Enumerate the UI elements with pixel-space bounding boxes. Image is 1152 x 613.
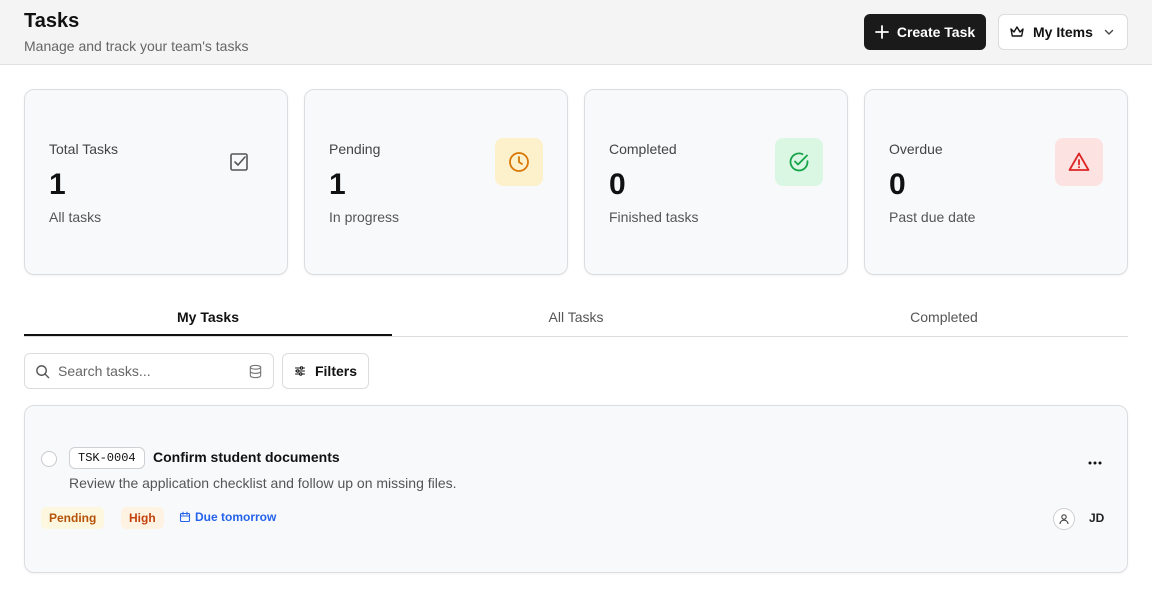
filters-button[interactable]: Filters <box>282 353 369 389</box>
stat-value: 1 <box>329 168 346 201</box>
stat-label: Pending <box>329 141 381 157</box>
calendar-icon <box>179 511 191 523</box>
user-icon[interactable] <box>1053 508 1075 530</box>
stat-subtext: Past due date <box>889 209 976 225</box>
tab-my-tasks[interactable]: My Tasks <box>24 300 392 336</box>
stat-label: Total Tasks <box>49 141 118 157</box>
stat-value: 1 <box>49 168 66 201</box>
tab-all-tasks[interactable]: All Tasks <box>392 300 760 336</box>
due-date: Due tomorrow <box>179 510 276 524</box>
plus-icon <box>874 25 889 39</box>
stat-card-overdue: Overdue 0 Past due date <box>864 89 1128 275</box>
status-badge: Pending <box>41 507 105 529</box>
chevron-down-icon <box>1104 29 1114 35</box>
page-subtitle: Manage and track your team's tasks <box>24 38 249 54</box>
due-date-label: Due tomorrow <box>195 510 277 524</box>
more-options-icon[interactable] <box>1083 451 1107 475</box>
stat-subtext: In progress <box>329 209 400 225</box>
task-title[interactable]: Confirm student documents <box>153 449 340 465</box>
stat-card-pending: Pending 1 In progress <box>304 89 568 275</box>
task-id-badge: TSK-0004 <box>69 447 145 469</box>
stat-card-total: Total Tasks 1 All tasks <box>24 89 288 275</box>
database-icon[interactable] <box>248 364 263 379</box>
assignee-initials: JD <box>1089 511 1105 525</box>
stat-value: 0 <box>889 168 906 201</box>
stat-label: Overdue <box>889 141 943 157</box>
task-complete-checkbox[interactable] <box>41 451 57 467</box>
alert-triangle-icon <box>1055 138 1103 186</box>
create-task-button[interactable]: Create Task <box>864 14 986 50</box>
check-circle-icon <box>775 138 823 186</box>
my-items-label: My Items <box>1033 24 1093 40</box>
filters-label: Filters <box>314 363 357 379</box>
create-task-label: Create Task <box>896 24 976 40</box>
search-icon <box>36 364 50 378</box>
stat-value: 0 <box>609 168 626 201</box>
clock-icon <box>495 138 543 186</box>
task-description: Review the application checklist and fol… <box>69 475 457 491</box>
stat-subtext: Finished tasks <box>609 209 699 225</box>
task-card[interactable]: TSK-0004 Confirm student documents Revie… <box>24 405 1128 573</box>
search-box <box>24 353 274 389</box>
tab-completed[interactable]: Completed <box>760 300 1128 336</box>
priority-badge: High <box>121 507 164 529</box>
stat-card-completed: Completed 0 Finished tasks <box>584 89 848 275</box>
check-square-icon <box>215 138 263 186</box>
sliders-icon <box>294 366 306 376</box>
stat-label: Completed <box>609 141 677 157</box>
page-title: Tasks <box>24 10 80 32</box>
page-header: Tasks Manage and track your team's tasks… <box>0 0 1152 65</box>
stat-subtext: All tasks <box>49 209 102 225</box>
crown-icon <box>1010 26 1024 37</box>
my-items-dropdown[interactable]: My Items <box>998 14 1128 50</box>
search-input[interactable] <box>58 363 240 379</box>
task-tabs: My Tasks All Tasks Completed <box>24 300 1128 337</box>
